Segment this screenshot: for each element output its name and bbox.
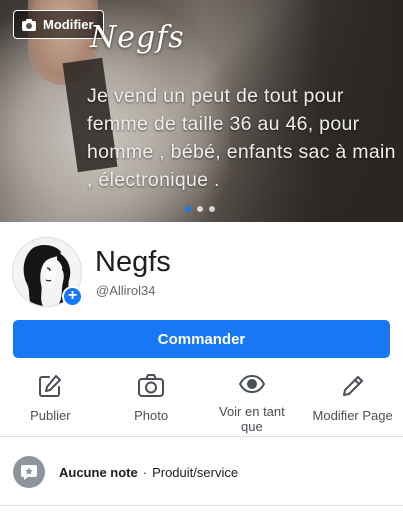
bottom-divider	[0, 505, 403, 506]
pencil-icon	[340, 372, 366, 400]
view-as-label: Voir en tant que	[218, 404, 285, 434]
photo-action[interactable]: Photo	[101, 372, 202, 434]
slide-dot[interactable]	[185, 206, 191, 212]
page-category: Produit/service	[152, 464, 239, 480]
edit-page-label: Modifier Page	[312, 408, 393, 423]
camera-icon	[137, 372, 165, 400]
action-bar: Publier Photo Voir en tant que Modifier …	[0, 372, 403, 434]
edit-cover-label: Modifier	[43, 17, 94, 32]
view-as-action[interactable]: Voir en tant que	[202, 372, 303, 434]
commander-button[interactable]: Commander	[13, 320, 390, 358]
edit-page-action[interactable]: Modifier Page	[302, 372, 403, 434]
star-speech-bubble-icon	[13, 456, 45, 488]
plus-icon[interactable]: +	[62, 286, 83, 307]
publish-label: Publier	[30, 408, 71, 423]
section-divider	[0, 436, 403, 437]
reviews-row[interactable]: Aucune note · Produit/service	[0, 452, 403, 492]
page-username: @Allirol34	[96, 283, 156, 298]
separator-dot: ·	[142, 464, 148, 480]
edit-square-icon	[37, 372, 63, 400]
page-name: Negfs	[95, 246, 171, 278]
cover-description: Je vend un peut de tout pour femme de ta…	[87, 85, 396, 191]
eye-icon	[238, 372, 266, 396]
photo-label: Photo	[134, 408, 169, 423]
publish-action[interactable]: Publier	[0, 372, 101, 434]
slide-dot[interactable]	[197, 206, 203, 212]
rating-text: Aucune note	[59, 464, 138, 480]
cover-slide-indicator	[185, 206, 215, 212]
cover-brand-text: Negfs	[90, 20, 185, 55]
camera-icon	[21, 18, 37, 32]
slide-dot[interactable]	[209, 206, 215, 212]
cover-photo[interactable]: Modifier Negfs Je vend un peut de tout p…	[0, 0, 403, 222]
